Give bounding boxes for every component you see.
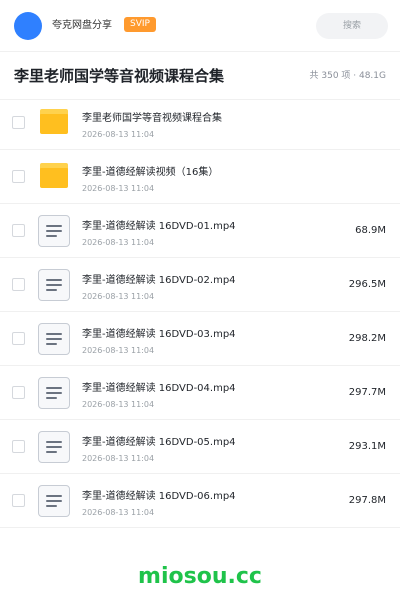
video-file-icon <box>38 377 70 409</box>
file-size: 68.9M <box>355 225 386 236</box>
item-summary: 共 350 项 · 48.1G <box>309 71 387 81</box>
row-checkbox[interactable] <box>12 332 25 345</box>
video-file-icon <box>38 431 70 463</box>
file-date: 2026-08-13 11:04 <box>82 130 155 139</box>
folder-icon <box>38 107 70 139</box>
row-checkbox[interactable] <box>12 386 25 399</box>
vip-badge: SVIP <box>124 17 156 32</box>
file-date: 2026-08-13 11:04 <box>82 238 155 247</box>
file-row[interactable]: 李里-道德经解读 16DVD-04.mp4 2026-08-13 11:04 297… <box>0 366 400 420</box>
file-name: 李里-道德经解读 16DVD-04.mp4 <box>82 383 236 394</box>
user-name: 夸克网盘分享 <box>52 20 112 31</box>
folder-row[interactable]: 李里-道德经解读视频（16集） 2026-08-13 11:04 <box>0 150 400 204</box>
file-size: 298.2M <box>348 333 386 344</box>
file-name: 李里-道德经解读 16DVD-06.mp4 <box>82 491 236 502</box>
row-checkbox[interactable] <box>12 116 25 129</box>
file-size: 297.7M <box>348 387 386 398</box>
file-date: 2026-08-13 11:04 <box>82 184 155 193</box>
search-input[interactable]: 搜索 <box>316 13 388 39</box>
app-header: 夸克网盘分享 SVIP 搜索 <box>0 0 400 52</box>
row-checkbox[interactable] <box>12 224 25 237</box>
file-date: 2026-08-13 11:04 <box>82 454 155 463</box>
avatar[interactable] <box>14 12 42 40</box>
file-name: 李里老师国学等音视频课程合集 <box>82 113 222 124</box>
row-checkbox[interactable] <box>12 440 25 453</box>
file-size: 297.8M <box>348 495 386 506</box>
row-checkbox[interactable] <box>12 494 25 507</box>
file-list: 李里老师国学等音视频课程合集 2026-08-13 11:04 李里-道德经解读视频… <box>0 96 400 528</box>
row-checkbox[interactable] <box>12 170 25 183</box>
file-name: 李里-道德经解读 16DVD-03.mp4 <box>82 329 236 340</box>
video-file-icon <box>38 269 70 301</box>
file-name: 李里-道德经解读视频（16集） <box>82 167 219 178</box>
row-checkbox[interactable] <box>12 278 25 291</box>
video-file-icon <box>38 485 70 517</box>
file-name: 李里-道德经解读 16DVD-02.mp4 <box>82 275 236 286</box>
page-title: 李里老师国学等音视频课程合集 <box>14 67 225 85</box>
video-file-icon <box>38 215 70 247</box>
file-size: 296.5M <box>348 279 386 290</box>
file-date: 2026-08-13 11:04 <box>82 346 155 355</box>
video-file-icon <box>38 323 70 355</box>
file-row[interactable]: 李里-道德经解读 16DVD-05.mp4 2026-08-13 11:04 293… <box>0 420 400 474</box>
file-date: 2026-08-13 11:04 <box>82 292 155 301</box>
folder-row[interactable]: 李里老师国学等音视频课程合集 2026-08-13 11:04 <box>0 96 400 150</box>
file-date: 2026-08-13 11:04 <box>82 400 155 409</box>
title-row: 李里老师国学等音视频课程合集 共 350 项 · 48.1G <box>0 52 400 100</box>
file-row[interactable]: 李里-道德经解读 16DVD-02.mp4 2026-08-13 11:04 296… <box>0 258 400 312</box>
file-row[interactable]: 李里-道德经解读 16DVD-06.mp4 2026-08-13 11:04 297… <box>0 474 400 528</box>
file-row[interactable]: 李里-道德经解读 16DVD-03.mp4 2026-08-13 11:04 298… <box>0 312 400 366</box>
file-size: 293.1M <box>348 441 386 452</box>
folder-icon <box>38 161 70 193</box>
file-name: 李里-道德经解读 16DVD-05.mp4 <box>82 437 236 448</box>
watermark-text: miosou.cc <box>138 564 262 589</box>
file-row[interactable]: 李里-道德经解读 16DVD-01.mp4 2026-08-13 11:04 68.… <box>0 204 400 258</box>
file-date: 2026-08-13 11:04 <box>82 508 155 517</box>
file-name: 李里-道德经解读 16DVD-01.mp4 <box>82 221 236 232</box>
